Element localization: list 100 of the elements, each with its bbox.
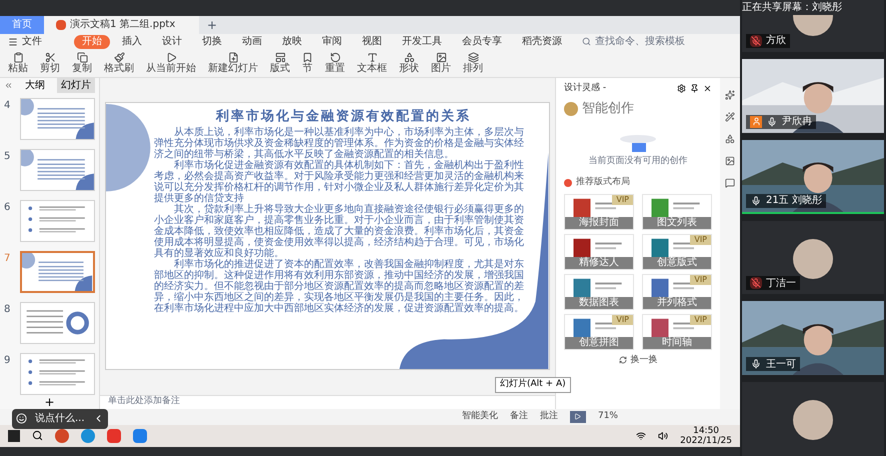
card-label: 时间轴 [643, 336, 711, 349]
volume-icon [658, 430, 668, 441]
text-box-icon [366, 52, 378, 64]
card-label: 创意拼图 [565, 336, 633, 349]
comments-button[interactable]: 批注 [540, 410, 558, 424]
layout-card[interactable]: VIP 并列格式 [642, 274, 712, 310]
layout-card[interactable]: VIP 创意拼图 [564, 314, 634, 350]
panel-tab[interactable]: 幻灯片 [57, 78, 95, 94]
card-label: 海报封面 [565, 216, 633, 229]
layout-icon [274, 52, 286, 64]
empty-note: 当前页面没有可用的创作 [588, 154, 688, 168]
toolbar-button[interactable]: 文本框 [357, 52, 387, 74]
ribbon-tab[interactable]: 稻壳资源 [514, 34, 570, 49]
slide-number: 7 [4, 252, 12, 266]
layout-card[interactable]: VIP 海报封面 [564, 194, 634, 230]
play-button[interactable] [570, 410, 586, 423]
participant-name: 方欣 [766, 34, 786, 48]
paintbrush-icon [114, 52, 124, 64]
participant-name: 丁洁一 [766, 276, 796, 291]
shapes-icon[interactable] [725, 134, 735, 144]
menu-icon[interactable] [8, 36, 18, 47]
avatar [793, 400, 833, 440]
creation-logo-icon [564, 102, 578, 116]
toolbar-button[interactable]: 排列 [463, 52, 483, 74]
notes-field[interactable]: 单击此处添加备注 [108, 395, 180, 409]
comment-icon[interactable] [725, 178, 735, 188]
browser-app-icon[interactable] [81, 428, 95, 443]
search-icon[interactable] [32, 430, 43, 442]
ribbon-tab[interactable]: 切换 [194, 34, 230, 49]
emoji-icon[interactable] [16, 413, 27, 424]
layout-card[interactable]: VIP 创意版式 [642, 234, 712, 270]
layout-card[interactable]: VIP 时间轴 [642, 314, 712, 350]
slide-title: 利率市场化与金融资源有效配置的关系 [214, 108, 472, 126]
command-search-field[interactable]: 查找命令、搜索模板 [582, 34, 685, 50]
toolbar-button[interactable]: 图片 [431, 52, 451, 74]
card-label: 并列格式 [643, 296, 711, 309]
panel-tab[interactable]: 大纲 [21, 78, 49, 94]
zoom-level[interactable]: 71% [598, 410, 618, 424]
slide-number: 5 [4, 150, 12, 164]
wand-icon[interactable] [725, 112, 735, 122]
windows-start-icon[interactable] [8, 430, 20, 442]
sparkle-icon[interactable] [725, 90, 735, 100]
participant-name: 尹欣冉 [782, 114, 812, 130]
reset-icon [330, 52, 340, 64]
card-label: 创意版式 [643, 256, 711, 269]
ribbon-tab[interactable]: 放映 [274, 34, 310, 49]
slide-paragraph: 利率市场化的推进促进了资本的配置效率，改善我国金融抑制程度，尤其是对东部地区的抑制。这种促进作用将有效利用东部资源，推动中国经济的发展，增强我国的经济实力。但不能忽视由于部分地区资源配置效率的提高而忽略地区资源配置的差异，缩小中东西地区之间的差异，实现各地区平衡发展仍是我国的主要任务。因此，在利率市场化进程中应加大中西部地区实体经济的发展，促进资源配置效率的提高。 [154, 258, 525, 314]
section-title: 推荐版式布局 [576, 176, 630, 190]
panel-header[interactable]: 设计灵感 - [564, 82, 606, 96]
toolbar-button[interactable]: 复制 [72, 52, 92, 74]
participant-name: 21五 刘晓彤 [766, 194, 822, 208]
notes-button[interactable]: 备注 [510, 410, 528, 424]
add-slide-button[interactable]: + [44, 394, 55, 409]
toolbar-button[interactable]: 重置 [325, 52, 345, 74]
clock-date: 2022/11/25 [680, 436, 732, 446]
network-icon [636, 430, 646, 441]
layout-card[interactable]: 图文列表 [642, 194, 712, 230]
panel-title: 智能创作 [582, 100, 634, 118]
toolbar-button[interactable]: 剪切 [40, 52, 60, 74]
slide-thumbnail-drawing [22, 252, 93, 291]
layout-card[interactable]: 精修达人 [564, 234, 634, 270]
image-icon[interactable] [725, 156, 735, 166]
toolbar-button[interactable]: 节 [302, 52, 313, 74]
toolbar-button[interactable]: 格式刷 [104, 52, 134, 74]
tab-label: 演示文稿1 第二组.pptx [70, 18, 176, 32]
meeting-app-icon[interactable] [133, 428, 147, 443]
new-tab-button[interactable]: + [199, 16, 226, 34]
copy-icon [76, 52, 88, 64]
ribbon-tab[interactable]: 开发工具 [394, 34, 450, 49]
ribbon-tab[interactable]: 会员专享 [454, 34, 510, 49]
vip-badge: VIP [612, 194, 633, 205]
vip-badge: VIP [690, 314, 711, 325]
toolbar-button[interactable]: 粘贴 [8, 52, 28, 74]
ribbon-tab[interactable]: 插入 [114, 34, 150, 49]
card-label: 图文列表 [643, 216, 711, 229]
slide-number: 9 [4, 354, 12, 368]
powerpoint-app-icon[interactable] [55, 428, 69, 443]
toolbar-button[interactable]: 版式 [270, 52, 290, 74]
tooltip: 幻灯片(Alt + A) [495, 377, 571, 393]
image-icon [436, 52, 446, 64]
toolbar-button[interactable]: 形状 [399, 52, 419, 74]
layout-card[interactable]: 数据图表 [564, 274, 634, 310]
ribbon-tab[interactable]: 视图 [354, 34, 390, 49]
slide-thumbnail[interactable] [20, 250, 95, 293]
ribbon-tab[interactable]: 设计 [154, 34, 190, 49]
refresh-button[interactable]: 换一换 [618, 354, 658, 368]
file-menu[interactable]: 文件 [22, 34, 42, 50]
pin-icon[interactable] [690, 84, 699, 93]
ribbon-tab[interactable]: 审阅 [314, 34, 350, 49]
close-icon[interactable] [703, 84, 712, 93]
layers-icon [468, 52, 478, 64]
scissors-icon [44, 52, 56, 64]
document-tab[interactable]: 演示文稿1 第二组.pptx [44, 16, 199, 34]
toolbar-button[interactable]: 从当前开始 [146, 52, 196, 74]
vip-badge: VIP [690, 274, 711, 285]
new-slide-icon [228, 52, 238, 64]
beautify-button[interactable]: 智能美化 [462, 410, 498, 424]
ribbon-tab[interactable]: 动画 [234, 34, 270, 49]
toolbar-button[interactable]: 新建幻灯片 [208, 52, 258, 74]
settings-icon[interactable] [677, 84, 686, 93]
